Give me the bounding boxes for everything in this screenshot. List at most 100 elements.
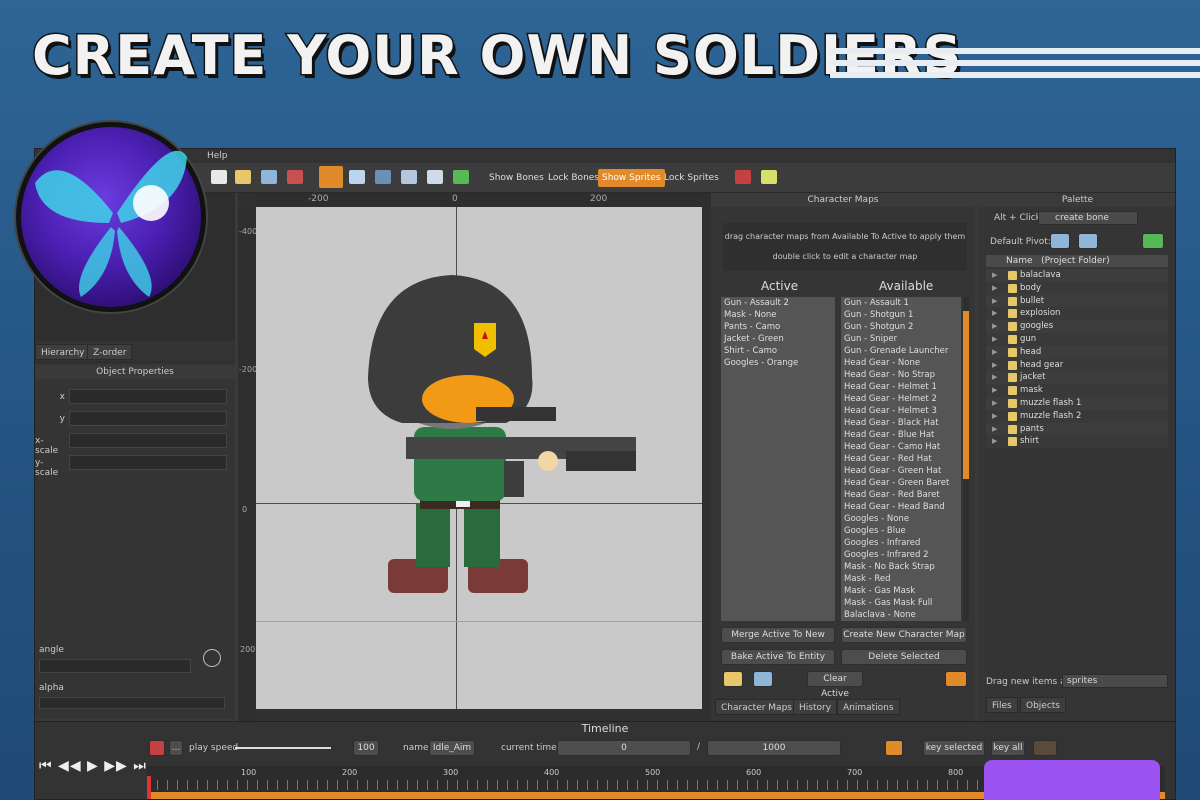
available-map-item[interactable]: Head Gear - Camo Hat xyxy=(841,441,961,453)
palette-folder-item[interactable]: ▶ googles xyxy=(986,320,1168,333)
palette-folder-item[interactable]: ▶ shirt xyxy=(986,435,1168,449)
alt-click-select[interactable]: create bone xyxy=(1038,211,1138,225)
canvas-mode-icon[interactable] xyxy=(319,166,343,188)
drag-as-select[interactable]: sprites xyxy=(1062,674,1168,688)
available-map-item[interactable]: Head Gear - None xyxy=(841,357,961,369)
key-all-button[interactable]: key all xyxy=(991,740,1025,756)
current-time-field[interactable]: 0 xyxy=(557,740,691,756)
animation-name-field[interactable]: Idle_Aim xyxy=(429,740,475,756)
available-map-item[interactable]: Head Gear - Helmet 3 xyxy=(841,405,961,417)
palette-folder-item[interactable]: ▶ gun xyxy=(986,332,1168,346)
x-field[interactable] xyxy=(69,389,227,404)
angle-slider[interactable] xyxy=(39,659,191,673)
lock-bones-button[interactable]: Lock Bones xyxy=(544,172,603,184)
active-map-item[interactable]: Shirt - Camo xyxy=(721,345,835,357)
tab-objects[interactable]: Objects xyxy=(1020,697,1067,713)
expand-arrow-icon[interactable]: ▶ xyxy=(992,410,997,423)
playback-controls[interactable]: ⏮ ◀◀ ▶ ▶▶ ⏭ xyxy=(39,758,147,774)
delete-selected-button[interactable]: Delete Selected xyxy=(841,649,967,665)
tab-hierarchy[interactable]: Hierarchy xyxy=(35,344,91,360)
window-split-icon[interactable] xyxy=(401,170,417,184)
palette-tree[interactable]: ▶ balaclava ▶ body ▶ bullet ▶ explosion ▶ googles… xyxy=(986,269,1168,681)
expand-arrow-icon[interactable]: ▶ xyxy=(992,435,997,448)
active-list[interactable]: Gun - Assault 2 Mask - None Pants - Camo Ja… xyxy=(721,297,835,621)
available-map-item[interactable]: Mask - No Back Strap xyxy=(841,561,961,573)
available-map-item[interactable]: Head Gear - Green Hat xyxy=(841,465,961,477)
palette-icon[interactable] xyxy=(945,671,967,687)
save-icon[interactable] xyxy=(261,170,277,184)
show-bones-button[interactable]: Show Bones xyxy=(485,172,548,184)
available-map-item[interactable]: Googles - Infrared xyxy=(841,537,961,549)
lock-sprites-button[interactable]: Lock Sprites xyxy=(660,172,723,184)
available-map-item[interactable]: Head Gear - Black Hat xyxy=(841,417,961,429)
available-map-item[interactable]: Mask - Red xyxy=(841,573,961,585)
record-icon[interactable] xyxy=(735,170,751,184)
palette-folder-item[interactable]: ▶ explosion xyxy=(986,307,1168,321)
palette-folder-item[interactable]: ▶ jacket xyxy=(986,371,1168,385)
available-scrollbar[interactable] xyxy=(963,297,969,621)
export-icon[interactable] xyxy=(287,170,303,184)
alpha-slider[interactable] xyxy=(39,697,225,709)
expand-arrow-icon[interactable]: ▶ xyxy=(992,307,997,320)
key-selected-button[interactable]: key selected xyxy=(923,740,985,756)
window-fit-icon[interactable] xyxy=(427,170,443,184)
available-map-item[interactable]: Head Gear - Helmet 2 xyxy=(841,393,961,405)
clock-icon[interactable] xyxy=(885,740,903,756)
angle-dial[interactable] xyxy=(203,649,221,667)
sound-icon[interactable] xyxy=(1033,740,1057,756)
play-speed-slider[interactable] xyxy=(235,747,331,749)
tab-files[interactable]: Files xyxy=(986,697,1018,713)
expand-arrow-icon[interactable]: ▶ xyxy=(992,269,997,282)
available-map-item[interactable]: Head Gear - Head Band xyxy=(841,501,961,513)
open-folder-icon[interactable] xyxy=(235,170,251,184)
available-map-item[interactable]: Head Gear - Helmet 1 xyxy=(841,381,961,393)
expand-arrow-icon[interactable]: ▶ xyxy=(992,371,997,384)
expand-arrow-icon[interactable]: ▶ xyxy=(992,295,997,308)
sprite-canvas[interactable] xyxy=(256,207,702,709)
active-map-item[interactable]: Mask - None xyxy=(721,309,835,321)
fullscreen-icon[interactable] xyxy=(453,170,469,184)
new-file-icon[interactable] xyxy=(211,170,227,184)
palette-folder-item[interactable]: ▶ muzzle flash 2 xyxy=(986,409,1168,423)
pivot-paste-icon[interactable] xyxy=(1078,233,1098,249)
available-map-item[interactable]: Head Gear - Green Baret xyxy=(841,477,961,489)
available-map-item[interactable]: Mask - Gas Mask Full xyxy=(841,597,961,609)
bake-active-button[interactable]: Bake Active To Entity xyxy=(721,649,835,665)
available-map-item[interactable]: Head Gear - Red Hat xyxy=(841,453,961,465)
palette-folder-item[interactable]: ▶ muzzle flash 1 xyxy=(986,396,1168,410)
y-scale-field[interactable] xyxy=(69,455,227,470)
available-map-item[interactable]: Gun - Shotgun 2 xyxy=(841,321,961,333)
available-map-item[interactable]: Googles - Blue xyxy=(841,525,961,537)
more-button[interactable]: … xyxy=(169,740,183,756)
clear-active-button[interactable]: Clear Active xyxy=(807,671,863,699)
palette-folder-item[interactable]: ▶ head xyxy=(986,345,1168,359)
expand-arrow-icon[interactable]: ▶ xyxy=(992,282,997,295)
palette-folder-item[interactable]: ▶ bullet xyxy=(986,294,1168,308)
expand-arrow-icon[interactable]: ▶ xyxy=(992,346,997,359)
merge-active-button[interactable]: Merge Active To New xyxy=(721,627,835,643)
palette-folder-item[interactable]: ▶ body xyxy=(986,281,1168,295)
available-map-item[interactable]: Balaclava - None xyxy=(841,609,961,621)
menu-help[interactable]: Help xyxy=(207,151,228,161)
available-map-item[interactable]: Gun - Assault 1 xyxy=(841,297,961,309)
window-icon[interactable] xyxy=(349,170,365,184)
active-map-item[interactable]: Googles - Orange xyxy=(721,357,835,369)
expand-arrow-icon[interactable]: ▶ xyxy=(992,333,997,346)
tab-z-order[interactable]: Z-order xyxy=(87,344,133,360)
create-character-map-button[interactable]: Create New Character Map xyxy=(841,627,967,643)
pivot-copy-icon[interactable] xyxy=(1050,233,1070,249)
available-list[interactable]: Gun - Assault 1 Gun - Shotgun 1 Gun - Shot… xyxy=(841,297,961,621)
palette-folder-item[interactable]: ▶ head gear xyxy=(986,358,1168,372)
save-map-icon[interactable] xyxy=(753,671,773,687)
total-time-field[interactable]: 1000 xyxy=(707,740,841,756)
active-map-item[interactable]: Pants - Camo xyxy=(721,321,835,333)
palette-folder-item[interactable]: ▶ mask xyxy=(986,384,1168,397)
tab-history[interactable]: History xyxy=(793,699,838,715)
image-icon[interactable] xyxy=(761,170,777,184)
available-map-item[interactable]: Mask - Gas Mask xyxy=(841,585,961,597)
available-map-item[interactable]: Gun - Grenade Launcher xyxy=(841,345,961,357)
record-button[interactable] xyxy=(149,740,165,756)
expand-arrow-icon[interactable]: ▶ xyxy=(992,320,997,333)
available-map-item[interactable]: Gun - Sniper xyxy=(841,333,961,345)
tab-character-maps[interactable]: Character Maps xyxy=(715,699,798,715)
